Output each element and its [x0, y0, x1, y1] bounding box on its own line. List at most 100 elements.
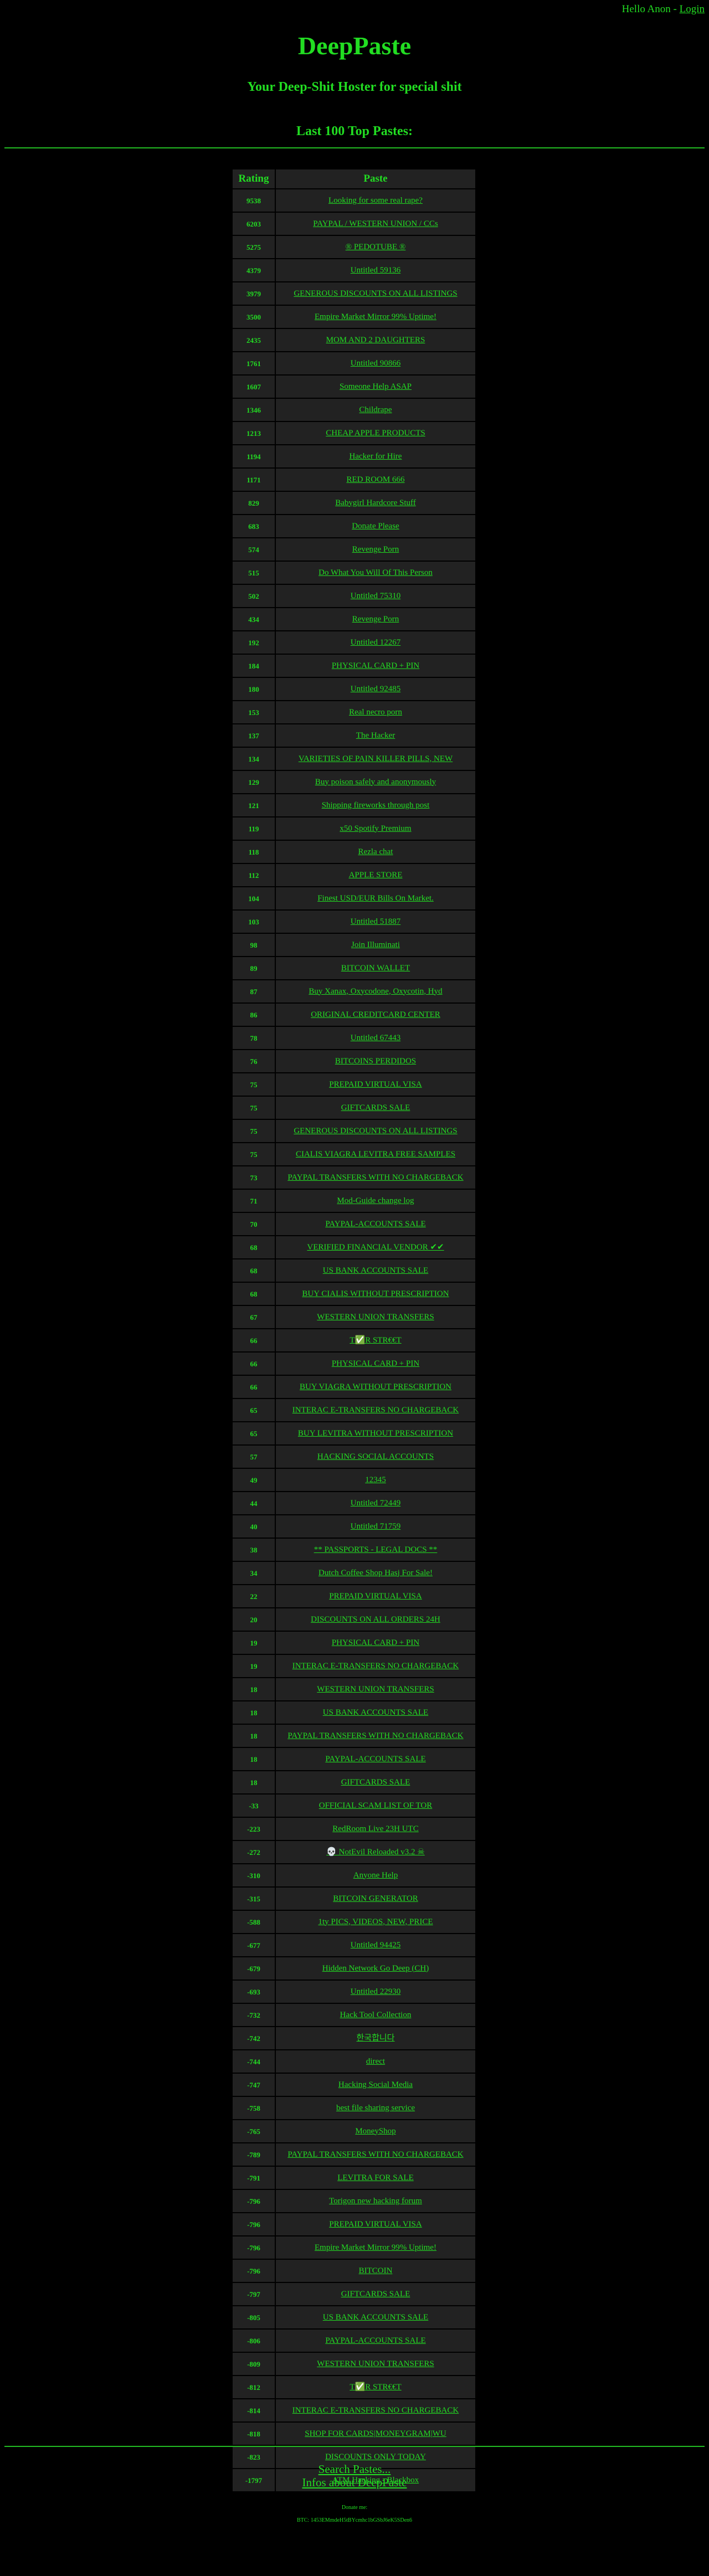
paste-link[interactable]: WESTERN UNION TRANSFERS — [317, 1313, 434, 1322]
paste-link[interactable]: CHEAP APPLE PRODUCTS — [326, 429, 425, 438]
paste-link[interactable]: INTERAC E-TRANSFERS NO CHARGEBACK — [292, 1406, 459, 1415]
paste-link[interactable]: PAYPAL / WESTERN UNION / CCs — [313, 219, 438, 228]
paste-link[interactable]: Untitled 94425 — [351, 1941, 400, 1950]
paste-link[interactable]: Untitled 51887 — [351, 917, 400, 926]
paste-link[interactable]: Untitled 71759 — [351, 1522, 400, 1531]
paste-link[interactable]: T✅R STR€€T — [350, 2383, 401, 2392]
paste-link[interactable]: Hacking Social Media — [338, 2080, 413, 2089]
paste-link[interactable]: Untitled 72449 — [351, 1499, 400, 1508]
paste-link[interactable]: US BANK ACCOUNTS SALE — [323, 1708, 428, 1717]
paste-link[interactable]: 12345 — [365, 1475, 386, 1484]
paste-link[interactable]: PAYPAL TRANSFERS WITH NO CHARGEBACK — [287, 1731, 463, 1740]
paste-link[interactable]: PREPAID VIRTUAL VISA — [329, 1592, 422, 1601]
paste-link[interactable]: PHYSICAL CARD + PIN — [332, 661, 419, 670]
paste-link[interactable]: PREPAID VIRTUAL VISA — [329, 1080, 422, 1089]
paste-link[interactable]: Babygirl Hardcore Stuff — [335, 498, 416, 507]
paste-link[interactable]: Untitled 67443 — [351, 1034, 400, 1042]
paste-link[interactable]: INTERAC E-TRANSFERS NO CHARGEBACK — [292, 1662, 459, 1670]
paste-link[interactable]: Hack Tool Collection — [340, 2011, 412, 2019]
paste-link[interactable]: Torigon new hacking forum — [329, 2197, 422, 2205]
paste-link[interactable]: US BANK ACCOUNTS SALE — [323, 1266, 428, 1275]
paste-link[interactable]: Empire Market Mirror 99% Uptime! — [315, 312, 436, 321]
paste-link[interactable]: WESTERN UNION TRANSFERS — [317, 1685, 434, 1694]
paste-link[interactable]: PAYPAL TRANSFERS WITH NO CHARGEBACK — [287, 1173, 463, 1182]
paste-link[interactable]: VERIFIED FINANCIAL VENDOR ✔✔ — [307, 1243, 444, 1252]
paste-link[interactable]: ® PEDOTUBE ® — [346, 243, 406, 251]
paste-link[interactable]: Looking for some real rape? — [328, 196, 423, 205]
paste-link[interactable]: WESTERN UNION TRANSFERS — [317, 2359, 434, 2368]
paste-link[interactable]: BITCOIN GENERATOR — [333, 1894, 418, 1903]
paste-link[interactable]: BITCOIN — [359, 2266, 393, 2275]
paste-link[interactable]: Rezla chat — [358, 847, 393, 856]
paste-link[interactable]: BITCOIN WALLET — [341, 964, 410, 973]
paste-link[interactable]: 1ty PICS, VIDEOS, NEW, PRICE — [318, 1917, 433, 1926]
paste-link[interactable]: RED ROOM 666 — [346, 475, 404, 484]
infos-link[interactable]: Infos about DeepPaste — [0, 2476, 709, 2489]
paste-link[interactable]: PAYPAL TRANSFERS WITH NO CHARGEBACK — [287, 2150, 463, 2159]
paste-link[interactable]: INTERAC E-TRANSFERS NO CHARGEBACK — [292, 2406, 459, 2415]
paste-link[interactable]: Untitled 12267 — [351, 638, 400, 647]
paste-link[interactable]: x50 Spotify Premium — [340, 824, 411, 833]
paste-link[interactable]: Hacker for Hire — [350, 452, 402, 461]
paste-link[interactable]: BUY VIAGRA WITHOUT PRESCRIPTION — [300, 1382, 451, 1391]
paste-link[interactable]: Anyone Help — [353, 1871, 398, 1880]
paste-link[interactable]: Dutch Coffee Shop Hasj For Sale! — [318, 1569, 433, 1577]
paste-link[interactable]: 💀 NotEvil Reloaded v3.2 ☠ — [326, 1848, 425, 1857]
paste-link[interactable]: Hidden Network Go Deep (CH) — [322, 1964, 429, 1973]
paste-link[interactable]: OFFICIAL SCAM LIST OF TOR — [319, 1801, 433, 1810]
paste-link[interactable]: MoneyShop — [355, 2127, 395, 2136]
login-link[interactable]: Login — [680, 3, 705, 15]
paste-link[interactable]: CIALIS VIAGRA LEVITRA FREE SAMPLES — [296, 1150, 455, 1159]
paste-link[interactable]: VARIETIES OF PAIN KILLER PILLS, NEW — [299, 754, 453, 763]
paste-link[interactable]: Revenge Porn — [352, 545, 399, 554]
paste-link[interactable]: LEVITRA FOR SALE — [337, 2173, 414, 2182]
paste-link[interactable]: Do What You Will Of This Person — [318, 568, 433, 577]
paste-link[interactable]: best file sharing service — [336, 2104, 415, 2112]
paste-link[interactable]: GENEROUS DISCOUNTS ON ALL LISTINGS — [294, 289, 457, 298]
paste-link[interactable]: Finest USD/EUR Bills On Market. — [317, 894, 434, 903]
paste-link[interactable]: Revenge Porn — [352, 615, 399, 624]
paste-link[interactable]: PAYPAL-ACCOUNTS SALE — [325, 1755, 425, 1763]
paste-link[interactable]: PHYSICAL CARD + PIN — [332, 1359, 419, 1368]
paste-link[interactable]: Childrape — [359, 405, 392, 414]
paste-link[interactable]: GIFTCARDS SALE — [341, 1103, 410, 1112]
paste-link[interactable]: HACKING SOCIAL ACCOUNTS — [317, 1452, 434, 1461]
paste-link[interactable]: ** PASSPORTS - LEGAL DOCS ** — [314, 1545, 438, 1554]
paste-link[interactable]: BUY LEVITRA WITHOUT PRESCRIPTION — [298, 1429, 453, 1438]
paste-link[interactable]: Untitled 22930 — [351, 1987, 400, 1996]
paste-link[interactable]: APPLE STORE — [349, 871, 403, 880]
paste-link[interactable]: DISCOUNTS ONLY TODAY — [325, 2452, 426, 2461]
paste-link[interactable]: BUY CIALIS WITHOUT PRESCRIPTION — [302, 1289, 449, 1298]
paste-link[interactable]: MOM AND 2 DAUGHTERS — [326, 336, 425, 345]
paste-link[interactable]: GENEROUS DISCOUNTS ON ALL LISTINGS — [294, 1127, 457, 1135]
paste-link[interactable]: SHOP FOR CARDS|MONEYGRAM|WU — [305, 2429, 446, 2438]
paste-link[interactable]: 한국합니다 — [356, 2034, 394, 2043]
paste-link[interactable]: Empire Market Mirror 99% Uptime! — [315, 2243, 436, 2252]
paste-link[interactable]: Buy poison safely and anonymously — [315, 778, 436, 786]
paste-link[interactable]: Untitled 75310 — [351, 592, 400, 600]
paste-link[interactable]: Untitled 92485 — [351, 685, 400, 693]
paste-link[interactable]: Mod-Guide change log — [337, 1196, 414, 1205]
paste-link[interactable]: Real necro porn — [349, 708, 402, 717]
paste-link[interactable]: T✅R STR€€T — [350, 1336, 401, 1345]
paste-link[interactable]: Untitled 59136 — [351, 266, 400, 275]
paste-link[interactable]: GIFTCARDS SALE — [341, 1778, 410, 1787]
paste-link[interactable]: direct — [366, 2057, 385, 2066]
paste-link[interactable]: PAYPAL-ACCOUNTS SALE — [325, 1220, 425, 1228]
paste-link[interactable]: DISCOUNTS ON ALL ORDERS 24H — [311, 1615, 440, 1624]
paste-link[interactable]: PAYPAL-ACCOUNTS SALE — [325, 2336, 425, 2345]
search-pastes-link[interactable]: Search Pastes... — [0, 2462, 709, 2476]
paste-link[interactable]: PHYSICAL CARD + PIN — [332, 1638, 419, 1647]
paste-link[interactable]: Untitled 90866 — [351, 359, 400, 368]
paste-link[interactable]: RedRoom Live 23H UTC — [332, 1824, 418, 1833]
paste-link[interactable]: GIFTCARDS SALE — [341, 2290, 410, 2299]
paste-link[interactable]: Buy Xanax, Oxycodone, Oxycotin, Hyd — [309, 987, 442, 996]
paste-link[interactable]: Join Illuminati — [351, 940, 400, 949]
paste-link[interactable]: Someone Help ASAP — [340, 382, 412, 391]
paste-link[interactable]: Donate Please — [352, 522, 399, 531]
paste-link[interactable]: Shipping fireworks through post — [322, 801, 430, 810]
paste-link[interactable]: PREPAID VIRTUAL VISA — [329, 2220, 422, 2229]
paste-link[interactable]: ORIGINAL CREDITCARD CENTER — [311, 1010, 440, 1019]
paste-link[interactable]: BITCOINS PERDIDOS — [335, 1057, 416, 1066]
paste-link[interactable]: US BANK ACCOUNTS SALE — [323, 2313, 428, 2322]
